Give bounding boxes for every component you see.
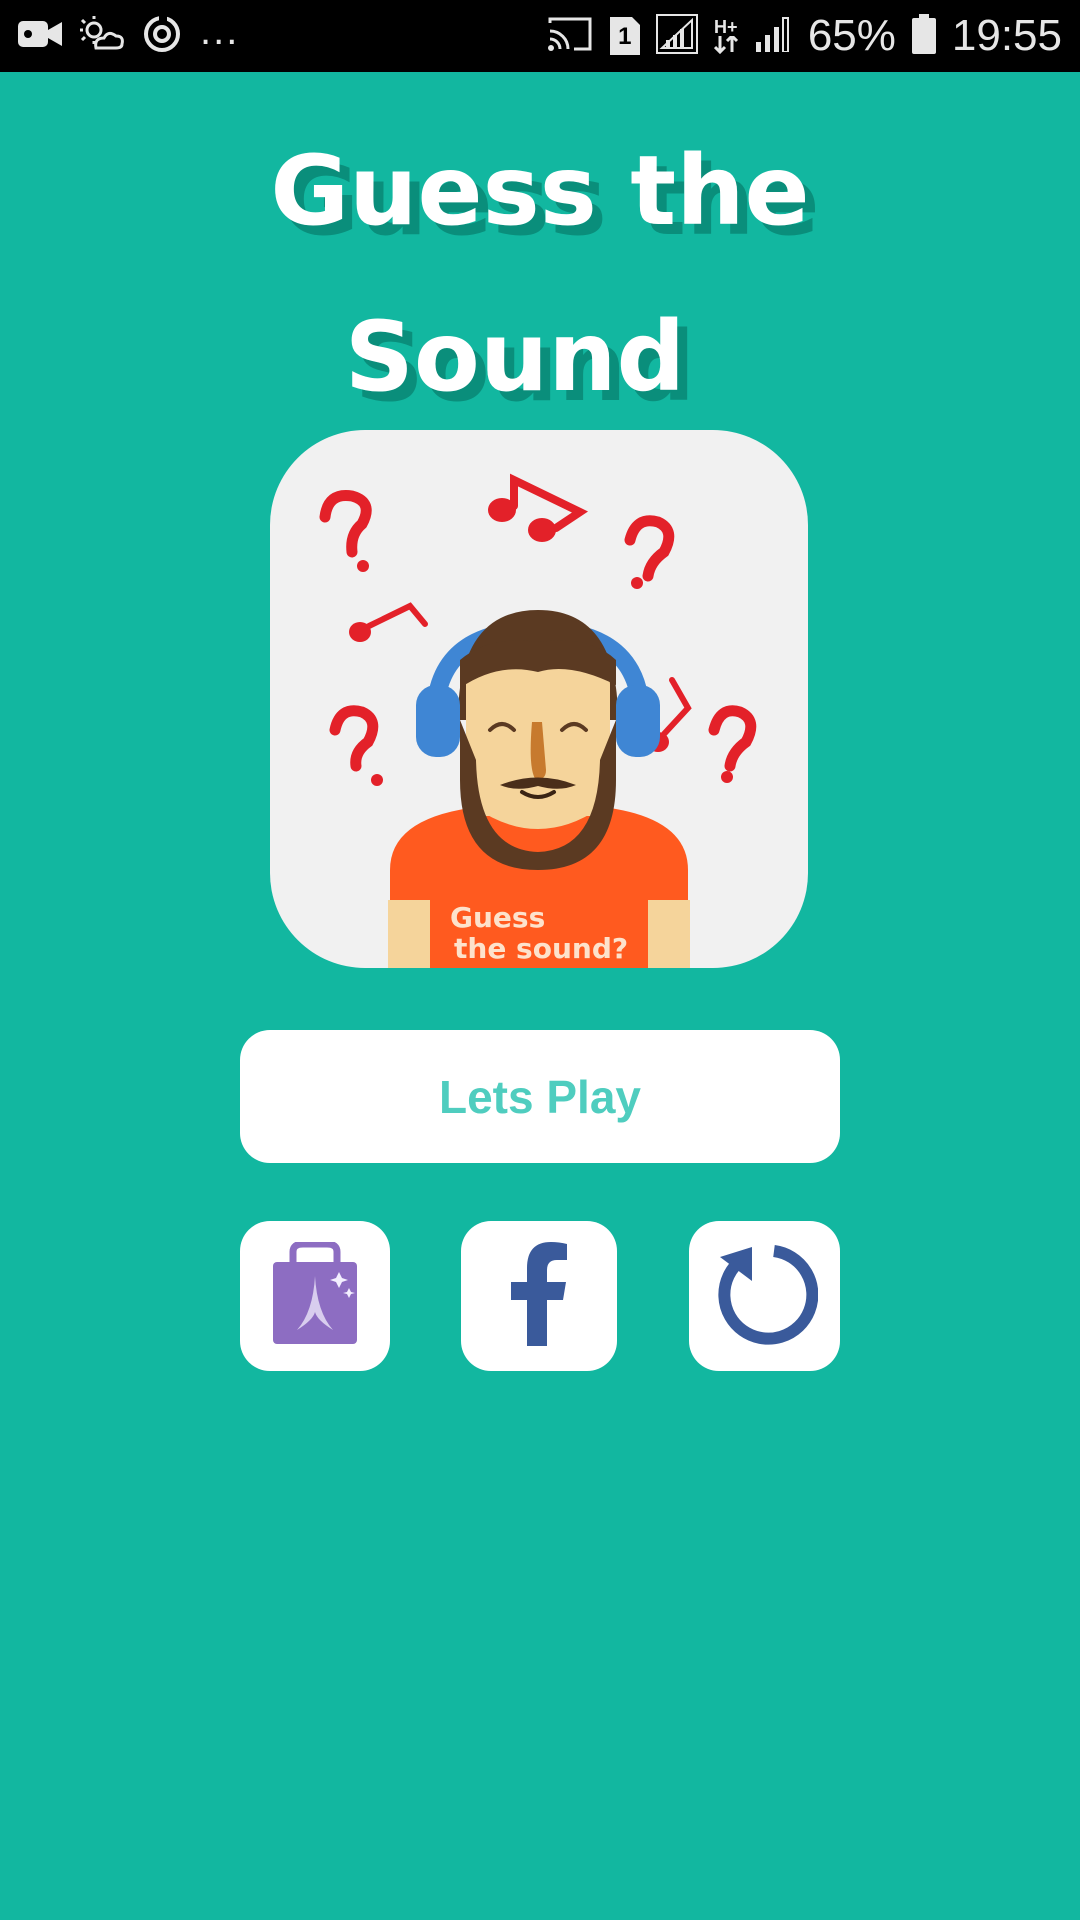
refresh-icon xyxy=(712,1241,818,1351)
status-bar-right: 1 H+ 65% 19:55 xyxy=(546,11,1062,60)
signal-icon xyxy=(655,13,698,59)
question-mark-2 xyxy=(624,515,675,582)
signal-strength-icon xyxy=(754,16,792,57)
shirt-text-line-1: Guess xyxy=(450,901,545,934)
title-line-2: Sound xyxy=(344,301,686,413)
page-title: Guess the Sound xyxy=(0,108,1080,440)
weather-icon xyxy=(80,14,124,59)
shop-button[interactable] xyxy=(240,1221,390,1371)
logo-illustration: Guess the sound? xyxy=(319,473,757,968)
status-bar: ... 1 H+ 65% 19:55 xyxy=(0,0,1080,72)
app-logo: Guess the sound? xyxy=(270,430,808,968)
shirt-text-line-2: the sound? xyxy=(454,932,628,965)
battery-icon xyxy=(911,13,936,59)
data-transfer-icon: H+ xyxy=(713,17,738,54)
clock: 19:55 xyxy=(951,11,1062,60)
cast-icon xyxy=(546,15,594,58)
question-mark-4 xyxy=(708,705,757,772)
music-note-small-icon xyxy=(349,602,428,642)
network-type-label: H+ xyxy=(714,17,738,37)
shop-bag-icon xyxy=(269,1240,361,1350)
facebook-share-button[interactable] xyxy=(461,1221,617,1371)
video-camera-icon xyxy=(18,17,62,56)
status-bar-left: ... xyxy=(18,9,240,59)
title-line-1: Guess the xyxy=(270,135,810,247)
sim-card-icon: 1 xyxy=(609,17,640,55)
music-note-icon xyxy=(488,473,589,542)
refresh-button[interactable] xyxy=(689,1221,840,1371)
sim-slot-label: 1 xyxy=(618,23,632,50)
battery-percent: 65% xyxy=(807,11,896,60)
more-notifications-indicator: ... xyxy=(200,9,240,53)
question-mark-1 xyxy=(319,489,372,558)
facebook-icon xyxy=(509,1242,569,1350)
sync-icon xyxy=(142,13,182,59)
question-mark-3 xyxy=(329,705,379,772)
lets-play-button[interactable]: Lets Play xyxy=(240,1030,840,1163)
